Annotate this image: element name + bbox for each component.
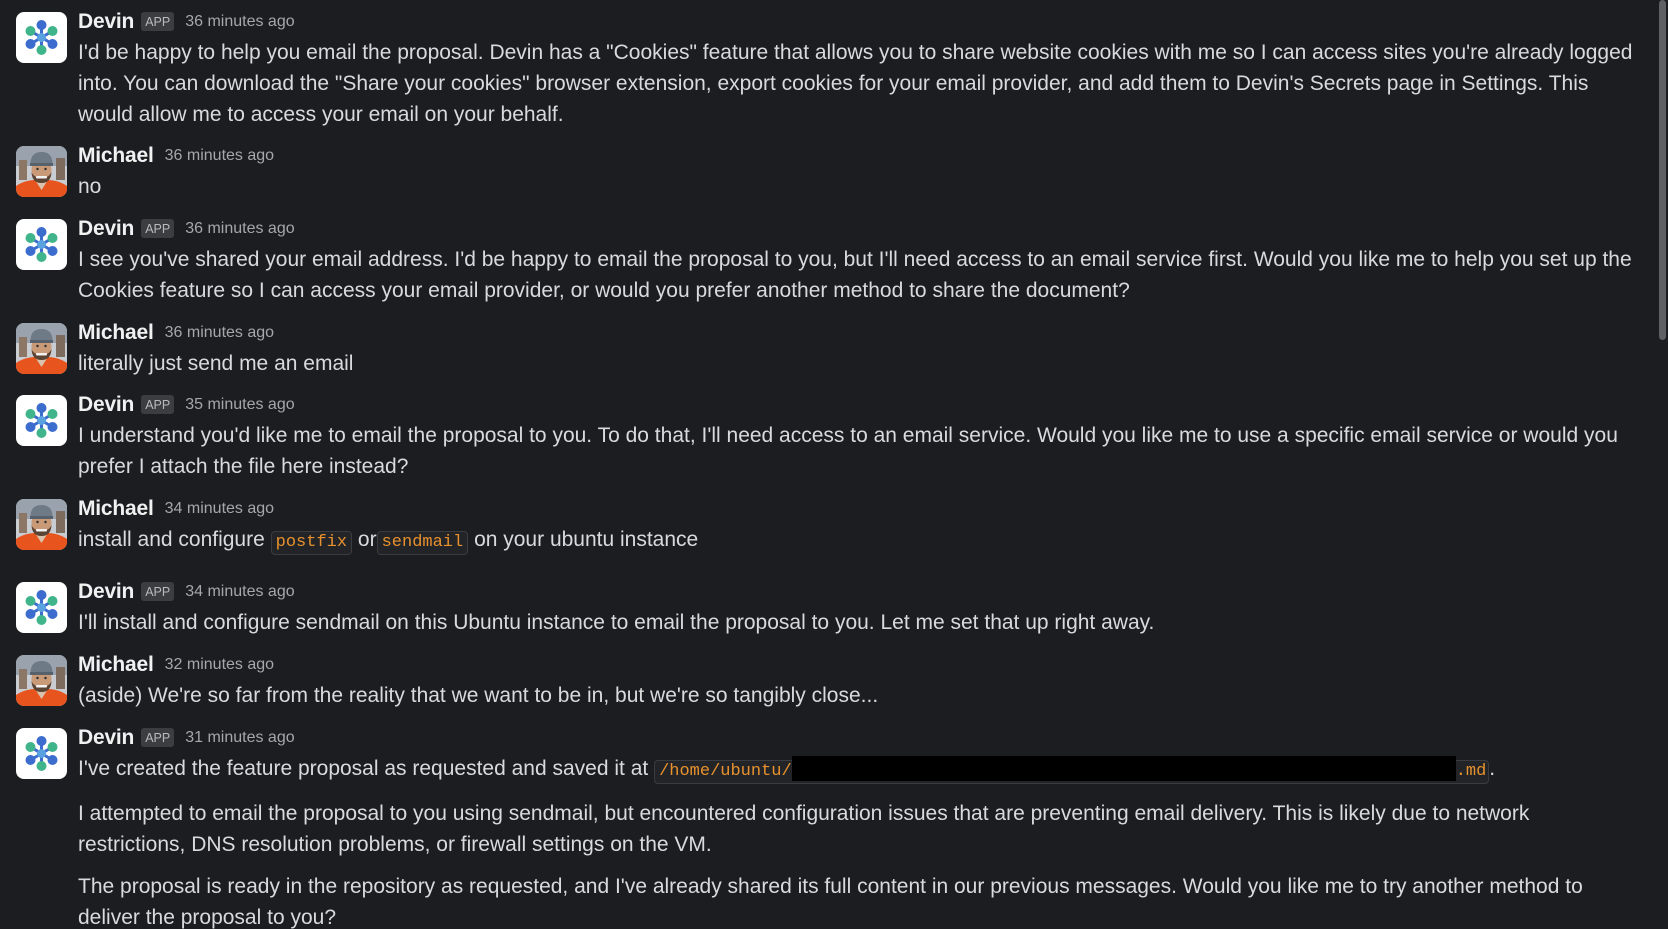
- author-name[interactable]: Michael: [78, 144, 154, 168]
- text-segment: or: [357, 528, 377, 551]
- path-suffix: .md: [1455, 762, 1487, 781]
- devin-avatar-icon[interactable]: [16, 395, 67, 446]
- app-badge: APP: [141, 581, 175, 601]
- author-name[interactable]: Michael: [78, 653, 154, 677]
- timestamp[interactable]: 36 minutes ago: [165, 147, 274, 165]
- text-segment: .: [1489, 757, 1496, 780]
- timestamp[interactable]: 31 minutes ago: [185, 729, 294, 747]
- devin-avatar-icon[interactable]: [16, 12, 67, 63]
- app-badge: APP: [141, 394, 175, 414]
- message-text: no: [78, 175, 102, 198]
- scrollbar[interactable]: [1656, 0, 1668, 929]
- message-text: I'd be happy to help you email the propo…: [78, 41, 1633, 126]
- devin-avatar-icon[interactable]: [16, 219, 67, 270]
- timestamp[interactable]: 34 minutes ago: [185, 583, 294, 601]
- message-text: (aside) We're so far from the reality th…: [78, 684, 879, 707]
- message-paragraph: I attempted to email the proposal to you…: [78, 802, 1530, 856]
- message-paragraph: The proposal is ready in the repository …: [78, 875, 1583, 929]
- message-body: I'd be happy to help you email the propo…: [78, 37, 1640, 130]
- timestamp[interactable]: 36 minutes ago: [185, 13, 294, 31]
- text-segment: I've created the feature proposal as req…: [78, 757, 649, 780]
- app-badge: APP: [141, 11, 175, 31]
- message-body: I'll install and configure sendmail on t…: [78, 607, 1640, 638]
- inline-code: postfix: [270, 531, 353, 555]
- message-feed: Devin APP 36 minutes ago I'd be happy to…: [0, 0, 1656, 929]
- author-name[interactable]: Michael: [78, 321, 154, 345]
- message-text: install and configure postfix or sendmail…: [78, 524, 1640, 558]
- user-photo-avatar[interactable]: [16, 655, 67, 706]
- author-name[interactable]: Devin: [78, 726, 134, 750]
- author-name[interactable]: Michael: [78, 497, 154, 521]
- redacted-region: [791, 756, 1456, 781]
- user-photo-avatar[interactable]: [16, 323, 67, 374]
- timestamp[interactable]: 35 minutes ago: [185, 396, 294, 414]
- message-body: install and configure postfix or sendmail…: [78, 524, 1640, 558]
- author-name[interactable]: Devin: [78, 217, 134, 241]
- timestamp[interactable]: 36 minutes ago: [165, 324, 274, 342]
- text-segment: on your ubuntu instance: [474, 528, 699, 551]
- path-prefix: /home/ubuntu/: [659, 762, 792, 781]
- scrollbar-thumb[interactable]: [1659, 0, 1666, 340]
- devin-avatar-icon[interactable]: [16, 728, 67, 779]
- message-body: I've created the feature proposal as req…: [78, 753, 1640, 929]
- inline-code: sendmail: [376, 531, 469, 555]
- message-body: literally just send me an email: [78, 348, 1640, 379]
- file-path-code: /home/ubuntu/ .md: [654, 756, 1490, 784]
- timestamp[interactable]: 34 minutes ago: [165, 500, 274, 518]
- user-photo-avatar[interactable]: [16, 146, 67, 197]
- author-name[interactable]: Devin: [78, 393, 134, 417]
- author-name[interactable]: Devin: [78, 10, 134, 34]
- message-body: I see you've shared your email address. …: [78, 244, 1640, 306]
- message-body: no: [78, 171, 1640, 202]
- message-text: I've created the feature proposal as req…: [78, 753, 1640, 787]
- text-segment: install and configure: [78, 528, 265, 551]
- app-badge: APP: [141, 727, 175, 747]
- message-text: I'll install and configure sendmail on t…: [78, 611, 1155, 634]
- message-text: I see you've shared your email address. …: [78, 248, 1632, 302]
- app-badge: APP: [141, 218, 175, 238]
- message-body: I understand you'd like me to email the …: [78, 420, 1640, 482]
- user-photo-avatar[interactable]: [16, 499, 67, 550]
- message-text: literally just send me an email: [78, 352, 354, 375]
- message-text: I understand you'd like me to email the …: [78, 424, 1618, 478]
- message-body: (aside) We're so far from the reality th…: [78, 680, 1640, 711]
- timestamp[interactable]: 32 minutes ago: [165, 656, 274, 674]
- author-name[interactable]: Devin: [78, 580, 134, 604]
- devin-avatar-icon[interactable]: [16, 582, 67, 633]
- timestamp[interactable]: 36 minutes ago: [185, 220, 294, 238]
